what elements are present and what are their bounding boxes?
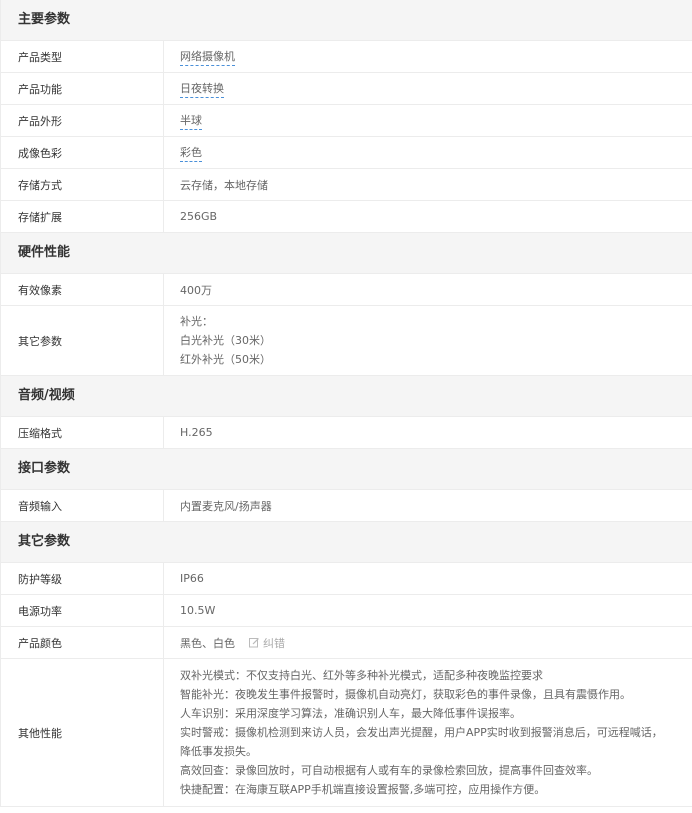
spec-row: 产品类型 网络摄像机 [1,41,692,73]
spec-key: 电源功率 [1,595,164,626]
spec-value-line: 降低事发损失。 [180,745,257,758]
spec-value-line: 补光： [180,315,213,328]
section-title-hardware: 硬件性能 [1,233,692,274]
spec-row: 其它参数 补光： 白光补光（30米） 红外补光（50米） [1,306,692,376]
spec-value-link[interactable]: 日夜转换 [180,80,224,98]
spec-value-line: 快捷配置：在海康互联APP手机端直接设置报警,多端可控，应用操作方便。 [180,783,546,796]
spec-row: 压缩格式 H.265 [1,417,692,449]
spec-key: 成像色彩 [1,137,164,168]
spec-key: 有效像素 [1,274,164,305]
spec-row: 产品颜色 黑色、白色 纠错 [1,627,692,659]
spec-key: 产品类型 [1,41,164,72]
spec-key: 音频输入 [1,490,164,521]
correction-label: 纠错 [263,636,285,650]
spec-key: 存储扩展 [1,201,164,232]
spec-row: 音频输入 内置麦克风/扬声器 [1,490,692,522]
spec-value: H.265 [180,426,213,439]
spec-row: 成像色彩 彩色 [1,137,692,169]
spec-key: 产品颜色 [1,627,164,658]
spec-value-line: 实时警戒：摄像机检测到来访人员，会发出声光提醒，用户APP实时收到报警消息后，可… [180,726,663,739]
spec-row: 电源功率 10.5W [1,595,692,627]
spec-value: 10.5W [180,604,216,617]
spec-row: 有效像素 400万 [1,274,692,306]
spec-value-line: 高效回查：录像回放时，可自动根据有人或有车的录像检索回放，提高事件回查效率。 [180,764,598,777]
spec-value-line: 红外补光（50米） [180,353,271,366]
section-title-interface: 接口参数 [1,449,692,490]
spec-value-line: 智能补光：夜晚发生事件报警时，摄像机自动亮灯，获取彩色的事件录像，且具有震慑作用… [180,688,631,701]
spec-key: 产品功能 [1,73,164,104]
section-title-main-params: 主要参数 [1,0,692,41]
spec-value-multiline: 补光： 白光补光（30米） 红外补光（50米） [164,306,692,375]
spec-value: 400万 [180,283,212,297]
spec-row: 存储扩展 256GB [1,201,692,233]
correction-button[interactable]: 纠错 [249,635,285,651]
spec-row: 防护等级 IP66 [1,563,692,595]
spec-key: 存储方式 [1,169,164,200]
spec-value-cell: 半球 [164,105,692,136]
spec-row: 产品功能 日夜转换 [1,73,692,105]
spec-row: 产品外形 半球 [1,105,692,137]
spec-value-link[interactable]: 半球 [180,112,202,130]
spec-table: 主要参数 产品类型 网络摄像机 产品功能 日夜转换 产品外形 半球 成像色彩 彩… [0,0,692,807]
spec-value: IP66 [180,572,204,585]
spec-value-multiline: 双补光模式：不仅支持白光、红外等多种补光模式，适配多种夜晚监控要求 智能补光：夜… [164,659,692,806]
spec-key: 其他性能 [1,659,164,806]
spec-row: 存储方式 云存储，本地存储 [1,169,692,201]
spec-value-line: 人车识别：采用深度学习算法，准确识别人车，最大降低事件误报率。 [180,707,521,720]
edit-icon [249,638,259,648]
spec-value-line: 白光补光（30米） [180,334,271,347]
spec-key: 压缩格式 [1,417,164,448]
section-title-audio-video: 音频/视频 [1,376,692,417]
spec-value: 256GB [180,210,218,223]
spec-value-cell: 日夜转换 [164,73,692,104]
spec-row: 其他性能 双补光模式：不仅支持白光、红外等多种补光模式，适配多种夜晚监控要求 智… [1,659,692,807]
spec-value: 内置麦克风/扬声器 [180,499,272,513]
spec-key: 其它参数 [1,306,164,375]
spec-key: 防护等级 [1,563,164,594]
spec-key: 产品外形 [1,105,164,136]
section-title-other: 其它参数 [1,522,692,563]
spec-value-line: 双补光模式：不仅支持白光、红外等多种补光模式，适配多种夜晚监控要求 [180,669,543,682]
spec-value: 黑色、白色 [180,636,235,650]
spec-value-cell: 彩色 [164,137,692,168]
spec-value-link[interactable]: 网络摄像机 [180,48,235,66]
spec-value-cell: 黑色、白色 纠错 [164,627,692,658]
spec-value-cell: 网络摄像机 [164,41,692,72]
spec-value-link[interactable]: 彩色 [180,144,202,162]
spec-value: 云存储，本地存储 [180,178,268,192]
